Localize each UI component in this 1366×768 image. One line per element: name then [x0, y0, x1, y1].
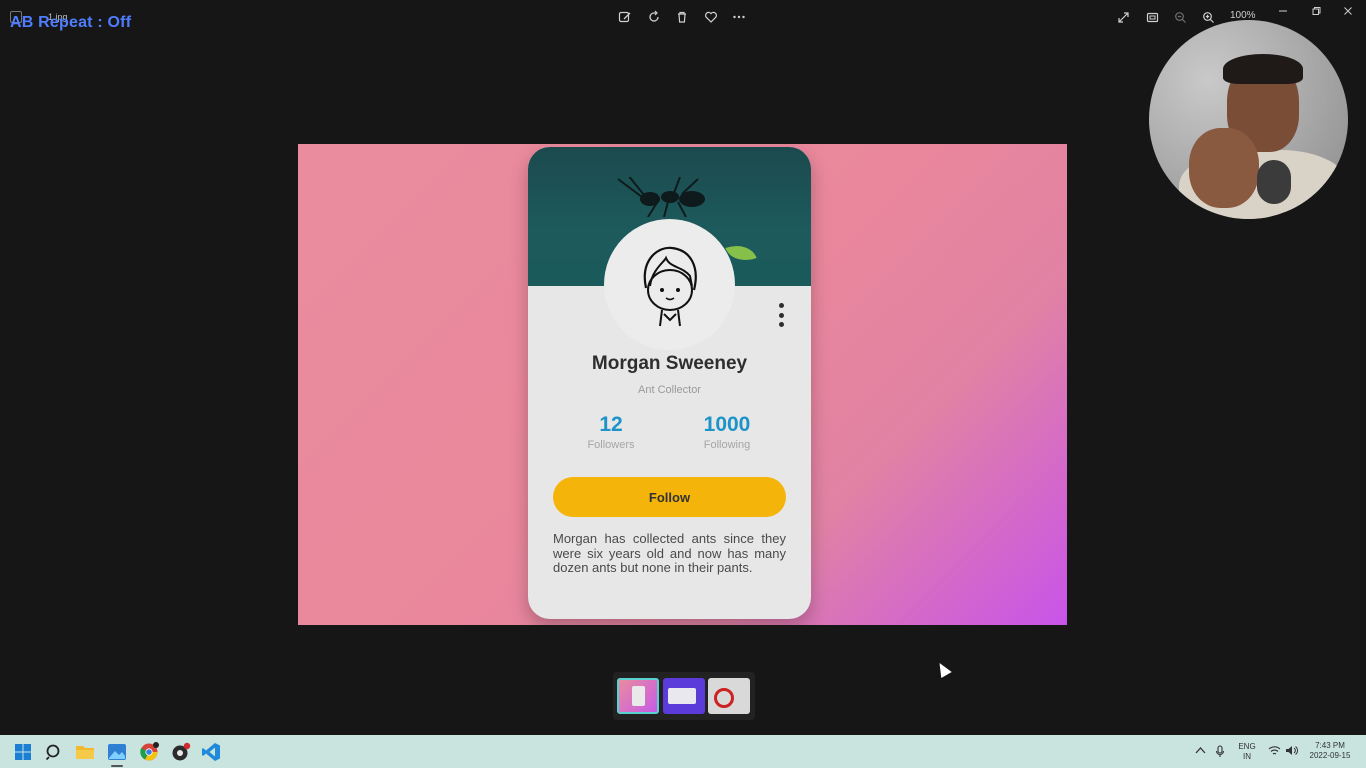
- microphone-icon[interactable]: [1215, 745, 1225, 761]
- followers-stat: 12 Followers: [556, 413, 666, 451]
- clock[interactable]: 7:43 PM 2022-09-15: [1304, 741, 1356, 761]
- title-bar: 1.jpg AB Repeat : Off 100%: [0, 0, 1366, 34]
- language-indicator[interactable]: ENG IN: [1236, 742, 1258, 762]
- avatar: [604, 219, 735, 350]
- minimize-button[interactable]: [1275, 3, 1291, 19]
- language-region: IN: [1243, 752, 1251, 761]
- language-code: ENG: [1238, 742, 1256, 751]
- followers-label: Followers: [587, 439, 635, 451]
- clock-date: 2022-09-15: [1309, 751, 1351, 760]
- profile-card: Morgan Sweeney Ant Collector 12 Follower…: [528, 147, 811, 619]
- zoom-in-icon[interactable]: [1198, 8, 1218, 26]
- thumbnail-2[interactable]: [663, 678, 705, 714]
- search-icon[interactable]: [42, 740, 66, 764]
- photos-app-window: 1.jpg AB Repeat : Off 100% Morgan Sweene…: [0, 0, 1366, 735]
- fit-screen-icon[interactable]: [1142, 8, 1162, 26]
- wifi-icon[interactable]: [1268, 745, 1281, 759]
- webcam-hair: [1223, 54, 1303, 84]
- thumbnail-1[interactable]: [617, 678, 659, 714]
- windows-start-icon[interactable]: [11, 740, 35, 764]
- zoom-out-icon[interactable]: [1170, 8, 1190, 26]
- webcam-overlay: [1149, 20, 1348, 219]
- clock-time: 7:43 PM: [1315, 741, 1345, 750]
- expand-icon[interactable]: [1113, 8, 1133, 26]
- chrome-icon[interactable]: [137, 740, 161, 764]
- ant-icon: [617, 177, 705, 217]
- following-stat: 1000 Following: [672, 413, 782, 451]
- displayed-image[interactable]: Morgan Sweeney Ant Collector 12 Follower…: [298, 144, 1067, 625]
- file-explorer-icon[interactable]: [73, 740, 97, 764]
- cartoon-avatar-icon: [643, 246, 697, 326]
- volume-icon[interactable]: [1285, 745, 1298, 759]
- mouse-cursor: [934, 659, 952, 679]
- vscode-icon[interactable]: [199, 740, 223, 764]
- ab-repeat-overlay: AB Repeat : Off: [10, 14, 132, 31]
- following-count: 1000: [703, 413, 751, 436]
- photos-icon[interactable]: [105, 740, 129, 764]
- profile-bio: Morgan has collected ants since they wer…: [553, 531, 786, 575]
- restore-button[interactable]: [1308, 3, 1324, 19]
- show-hidden-icons-icon[interactable]: [1195, 745, 1206, 757]
- followers-count: 12: [599, 413, 623, 436]
- webcam-hand: [1189, 128, 1259, 208]
- edit-image-icon[interactable]: [615, 8, 635, 26]
- close-button[interactable]: [1340, 3, 1356, 19]
- microphone: [1257, 160, 1291, 204]
- profile-role: Ant Collector: [638, 384, 701, 396]
- filmstrip: [613, 672, 755, 720]
- rotate-icon[interactable]: [644, 8, 664, 26]
- follow-button: Follow: [553, 477, 786, 517]
- more-icon[interactable]: [729, 8, 749, 26]
- card-menu-icon: [776, 303, 786, 327]
- profile-name: Morgan Sweeney: [591, 353, 748, 374]
- taskbar: ENG IN 7:43 PM 2022-09-15: [0, 735, 1366, 768]
- app-icon[interactable]: [169, 740, 193, 764]
- thumbnail-3[interactable]: [708, 678, 750, 714]
- favorite-icon[interactable]: [701, 8, 721, 26]
- following-label: Following: [703, 439, 751, 451]
- delete-icon[interactable]: [672, 8, 692, 26]
- active-app-indicator: [111, 765, 123, 767]
